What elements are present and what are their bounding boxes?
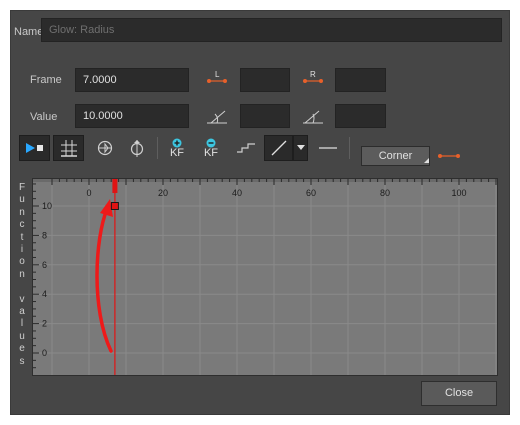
left-angle-field[interactable] — [240, 104, 290, 128]
interpolation-dropdown[interactable] — [293, 135, 308, 161]
axis-title-letter: t — [20, 231, 24, 243]
smooth-handles-button[interactable] — [437, 147, 461, 165]
vertical-target-icon — [130, 140, 144, 157]
y-tick-label: 8 — [42, 230, 47, 240]
axis-title-letter: F — [18, 182, 26, 193]
left-handle-icon: L — [206, 69, 228, 87]
right-angle-icon — [301, 106, 325, 126]
play-select-icon — [25, 143, 43, 153]
left-handle-field[interactable] — [240, 68, 290, 92]
corner-button-label: Corner — [378, 150, 413, 162]
ruler-band — [33, 179, 497, 182]
axis-title-letter: l — [20, 318, 24, 330]
y-tick-label: 10 — [42, 201, 52, 211]
name-label: Name — [14, 26, 44, 38]
stop-motion-button[interactable] — [233, 135, 259, 161]
x-tick-label: 100 — [451, 188, 466, 198]
axis-title-letter: o — [19, 256, 25, 268]
grid-snap-button[interactable] — [53, 135, 84, 161]
graph-canvas: 0 20 40 60 80 1001086420 — [33, 179, 497, 375]
close-button[interactable]: Close — [421, 381, 497, 406]
axis-title-letter: e — [19, 343, 25, 355]
function-graph[interactable]: 0 20 40 60 80 100 10 8 6 4 2 0 — [32, 178, 498, 376]
corner-dropdown-icon — [424, 158, 429, 163]
keyframe-point — [110, 202, 119, 210]
frame-label: Frame — [30, 74, 62, 86]
linear-line-icon — [271, 140, 286, 156]
remove-keyframe-icon — [206, 138, 216, 147]
axis-title-letter: i — [20, 244, 24, 255]
right-handle-field[interactable] — [335, 68, 386, 92]
grid-icon — [60, 140, 77, 157]
axis-title-letter: u — [19, 194, 25, 206]
add-keyframe-button[interactable]: KF — [165, 135, 189, 161]
handles-icon — [438, 154, 460, 158]
left-angle-icon — [205, 106, 229, 126]
x-tick-label: 80 — [380, 188, 390, 198]
constant-segment-button[interactable] — [316, 135, 340, 161]
right-handle-tag: R — [310, 70, 316, 79]
frame-field[interactable]: 7.0000 — [75, 68, 189, 92]
axis-title-letter: c — [19, 219, 25, 231]
right-handle-icon: R — [302, 69, 324, 87]
close-button-label: Close — [444, 387, 474, 399]
chevron-down-icon — [296, 145, 305, 150]
step-icon — [237, 143, 255, 153]
axis-title-letter: n — [19, 268, 25, 280]
linear-interpolation-button[interactable] — [264, 135, 293, 161]
y-tick-label: 0 — [42, 348, 47, 358]
axis-title-letter: v — [19, 293, 25, 305]
y-tick-label: 2 — [42, 319, 47, 329]
add-keyframe-icon — [172, 138, 182, 147]
x-tick-label: 20 — [158, 188, 168, 198]
select-tool-button[interactable] — [19, 135, 50, 161]
annotation-arrow — [95, 207, 113, 353]
x-tick-label: 40 — [232, 188, 242, 198]
axis-title-letter: s — [19, 355, 25, 367]
toolbar-separator — [349, 137, 350, 159]
axis-title-letter: n — [19, 206, 25, 218]
center-value-button[interactable] — [124, 135, 150, 161]
corner-button[interactable]: Corner — [361, 146, 430, 166]
center-frame-button[interactable] — [92, 135, 118, 161]
left-handle-tag: L — [215, 70, 220, 79]
target-circle-icon — [97, 140, 113, 156]
value-label: Value — [30, 111, 58, 123]
y-tick-label: 4 — [42, 289, 47, 299]
axis-title-letter: u — [19, 330, 25, 342]
remove-keyframe-button[interactable]: KF — [199, 135, 223, 161]
flat-line-icon — [319, 147, 337, 149]
y-tick-label: 6 — [42, 260, 47, 270]
current-frame-marker — [112, 179, 118, 193]
add-keyframe-label: KF — [169, 146, 185, 159]
toolbar-separator — [157, 137, 158, 159]
remove-keyframe-label: KF — [203, 146, 219, 159]
x-tick-label: 0 — [86, 188, 91, 198]
axis-title-letter: a — [19, 306, 25, 317]
x-tick-label: 60 — [306, 188, 316, 198]
value-field[interactable]: 10.0000 — [75, 104, 189, 128]
name-field[interactable]: Glow: Radius — [41, 18, 502, 42]
right-angle-field[interactable] — [335, 104, 386, 128]
